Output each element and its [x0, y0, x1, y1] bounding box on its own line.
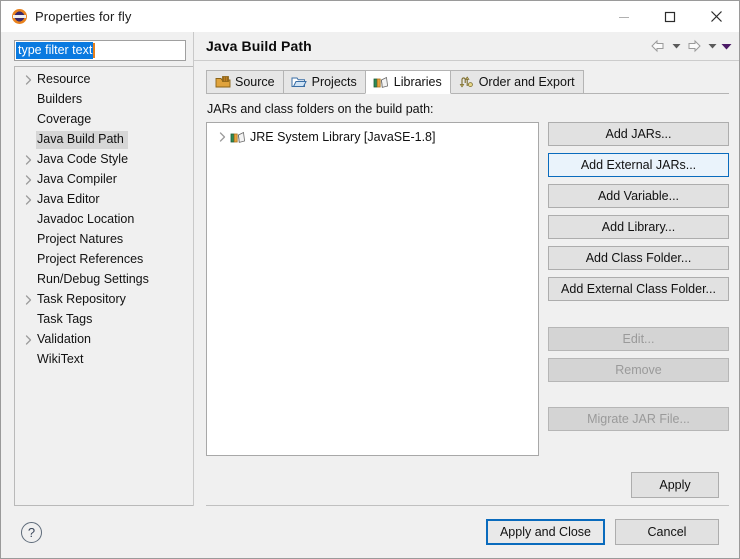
build-path-entry[interactable]: JRE System Library [JavaSE-1.8] — [207, 127, 538, 147]
sidebar-item-label: WikiText — [37, 352, 84, 366]
view-menu-icon[interactable] — [719, 35, 733, 57]
sidebar-item-javadoc-location[interactable]: Javadoc Location — [15, 210, 193, 230]
list-and-buttons: JRE System Library [JavaSE-1.8] Add JARs… — [206, 122, 729, 456]
chevron-right-icon[interactable] — [21, 155, 36, 165]
add-variable-button[interactable]: Add Variable... — [548, 184, 729, 208]
chevron-right-icon[interactable] — [215, 132, 229, 142]
page-title: Java Build Path — [206, 38, 312, 54]
filter-input-value: type filter text — [16, 42, 94, 59]
right-pane: Java Build Path Source Projects Librarie… — [193, 32, 739, 506]
source-folder-icon — [214, 74, 231, 90]
sidebar-item-label: Java Editor — [37, 192, 100, 206]
sidebar-item-run-debug-settings[interactable]: Run/Debug Settings — [15, 270, 193, 290]
sidebar-item-java-build-path[interactable]: Java Build Path — [15, 130, 193, 150]
tab-bar: Source Projects Libraries Order and Export — [194, 70, 739, 94]
sidebar-item-label: Java Code Style — [37, 152, 129, 166]
tab-label: Order and Export — [478, 75, 575, 89]
sidebar-item-java-code-style[interactable]: Java Code Style — [15, 150, 193, 170]
sidebar-item-label: Java Compiler — [37, 172, 117, 186]
sidebar-item-label: Java Build Path — [36, 131, 128, 149]
libraries-books-icon — [229, 130, 247, 144]
edit-button: Edit... — [548, 327, 729, 351]
back-dropdown-icon[interactable] — [669, 35, 683, 57]
library-action-buttons: Add JARs... Add External JARs... Add Varia… — [548, 122, 729, 456]
add-class-folder-button[interactable]: Add Class Folder... — [548, 246, 729, 270]
sidebar-item-resource[interactable]: Resource — [15, 70, 193, 90]
text-caret — [93, 43, 96, 58]
properties-dialog: Properties for fly type filter text Reso… — [0, 0, 740, 559]
left-pane: type filter text Resource Builders Coverag… — [1, 32, 193, 506]
maximize-button[interactable] — [647, 1, 693, 32]
sidebar-item-wikitext[interactable]: WikiText — [15, 350, 193, 370]
sidebar-item-label: Javadoc Location — [37, 212, 135, 226]
sidebar-item-label: Task Repository — [37, 292, 126, 306]
sidebar-item-label: Resource — [37, 72, 91, 86]
list-caption: JARs and class folders on the build path… — [207, 102, 434, 116]
sidebar-item-label: Project Natures — [37, 232, 124, 246]
build-path-list[interactable]: JRE System Library [JavaSE-1.8] — [206, 122, 539, 456]
sidebar-item-java-editor[interactable]: Java Editor — [15, 190, 193, 210]
sidebar-item-label: Validation — [37, 332, 91, 346]
window-controls — [601, 1, 739, 32]
title-bar: Properties for fly — [1, 1, 739, 32]
sidebar-item-task-tags[interactable]: Task Tags — [15, 310, 193, 330]
add-external-class-folder-button[interactable]: Add External Class Folder... — [548, 277, 729, 301]
forward-dropdown-icon[interactable] — [705, 35, 719, 57]
close-button[interactable] — [693, 1, 739, 32]
migrate-jar-file-button: Migrate JAR File... — [548, 407, 729, 431]
tab-label: Projects — [311, 75, 357, 89]
sidebar-item-project-references[interactable]: Project References — [15, 250, 193, 270]
footer-buttons: Apply and Close Cancel — [485, 519, 725, 545]
dialog-body: type filter text Resource Builders Coverag… — [1, 32, 739, 506]
window-title: Properties for fly — [35, 9, 132, 24]
navigation-buttons — [647, 35, 733, 57]
minimize-button[interactable] — [601, 1, 647, 32]
tab-source[interactable]: Source — [206, 70, 284, 94]
sidebar-item-coverage[interactable]: Coverage — [15, 110, 193, 130]
sidebar-item-label: Coverage — [37, 112, 92, 126]
sidebar-item-java-compiler[interactable]: Java Compiler — [15, 170, 193, 190]
tab-projects[interactable]: Projects — [282, 70, 366, 94]
filter-input[interactable]: type filter text — [14, 40, 186, 61]
tab-label: Libraries — [393, 75, 442, 89]
forward-arrow-icon[interactable] — [683, 35, 705, 57]
dialog-footer: ? Apply and Close Cancel https://blog.cs… — [1, 506, 739, 558]
sidebar-item-task-repository[interactable]: Task Repository — [15, 290, 193, 310]
apply-bar: Apply — [206, 464, 729, 506]
sidebar-item-label: Run/Debug Settings — [37, 272, 149, 286]
order-export-icon — [458, 74, 475, 90]
page-header: Java Build Path — [194, 32, 739, 61]
sidebar-item-project-natures[interactable]: Project Natures — [15, 230, 193, 250]
back-arrow-icon[interactable] — [647, 35, 669, 57]
sidebar-item-builders[interactable]: Builders — [15, 90, 193, 110]
settings-tree[interactable]: Resource Builders Coverage Java Build Path J… — [14, 66, 193, 506]
build-path-entry-label: JRE System Library [JavaSE-1.8] — [250, 130, 436, 144]
chevron-right-icon[interactable] — [21, 295, 36, 305]
help-question-icon[interactable]: ? — [21, 521, 42, 543]
sidebar-item-label: Builders — [37, 92, 83, 106]
sidebar-item-label: Task Tags — [37, 312, 93, 326]
title-bar-left: Properties for fly — [1, 9, 131, 24]
cancel-button[interactable]: Cancel — [615, 519, 719, 545]
tab-order-and-export[interactable]: Order and Export — [449, 70, 584, 94]
chevron-right-icon[interactable] — [21, 335, 36, 345]
chevron-right-icon[interactable] — [21, 75, 36, 85]
projects-folder-icon — [291, 74, 308, 90]
add-external-jars-button[interactable]: Add External JARs... — [548, 153, 729, 177]
tab-libraries[interactable]: Libraries — [364, 70, 451, 94]
apply-and-close-button[interactable]: Apply and Close — [485, 519, 605, 545]
libraries-tab-panel: JARs and class folders on the build path… — [194, 94, 739, 506]
chevron-right-icon[interactable] — [21, 175, 36, 185]
sidebar-item-label: Project References — [37, 252, 144, 266]
tab-label: Source — [235, 75, 275, 89]
add-jars-button[interactable]: Add JARs... — [548, 122, 729, 146]
apply-button[interactable]: Apply — [631, 471, 719, 498]
sidebar-item-validation[interactable]: Validation — [15, 330, 193, 350]
remove-button: Remove — [548, 358, 729, 382]
chevron-right-icon[interactable] — [21, 195, 36, 205]
eclipse-icon — [12, 9, 27, 24]
add-library-button[interactable]: Add Library... — [548, 215, 729, 239]
libraries-books-icon — [373, 74, 390, 90]
